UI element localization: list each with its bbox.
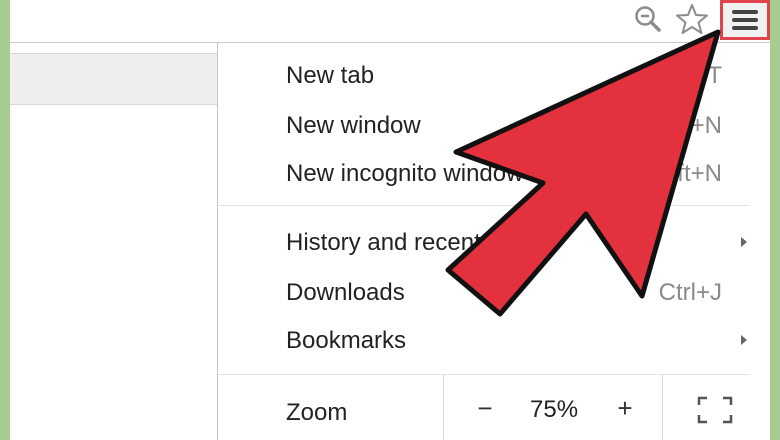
browser-toolbar [10,0,770,43]
menu-item-new-tab[interactable]: New tab Ctrl+T [218,52,750,100]
menu-item-shortcut: Ctrl+N [653,112,722,139]
menu-item-label: Downloads [286,279,405,306]
menu-item-label: New incognito window [286,160,524,187]
menu-separator [218,205,750,206]
menu-item-label: History and recent tabs [286,229,533,256]
star-icon[interactable] [672,0,712,38]
zoom-row: Zoom − 75% + [218,375,750,440]
zoom-icon[interactable] [628,0,668,38]
menu-item-shortcut: Ctrl+T [656,62,722,89]
browser-screenshot: New tab Ctrl+T New window Ctrl+N New inc… [0,0,780,440]
background-border [770,0,780,440]
background-border [0,0,10,440]
fullscreen-icon[interactable] [696,395,734,425]
menu-item-history[interactable]: History and recent tabs [218,219,750,267]
zoom-label: Zoom [286,399,348,426]
menu-item-shortcut: Ctrl+Shift+N [591,160,722,187]
zoom-out-button[interactable]: − [472,393,498,424]
submenu-arrow-icon [741,335,747,345]
page-content-area [10,43,217,440]
page-content-area [750,43,770,440]
menu-item-shortcut: Ctrl+J [658,279,722,306]
menu-item-label: New tab [286,62,375,89]
menu-item-new-incognito-window[interactable]: New incognito window Ctrl+Shift+N [218,150,750,198]
menu-item-label: Bookmarks [286,327,407,354]
zoom-in-button[interactable]: + [612,393,638,424]
zoom-controls: − 75% + [443,375,663,440]
menu-item-new-window[interactable]: New window Ctrl+N [218,102,750,150]
zoom-level: 75% [530,396,579,423]
chrome-menu-button[interactable] [720,0,770,40]
menu-item-bookmarks[interactable]: Bookmarks [218,317,750,365]
hamburger-icon [732,10,758,30]
submenu-arrow-icon [741,237,747,247]
menu-item-label: New window [286,112,421,139]
chrome-menu-dropdown: New tab Ctrl+T New window Ctrl+N New inc… [217,43,750,440]
menu-item-downloads[interactable]: Downloads Ctrl+J [218,269,750,317]
page-strip [10,53,217,105]
